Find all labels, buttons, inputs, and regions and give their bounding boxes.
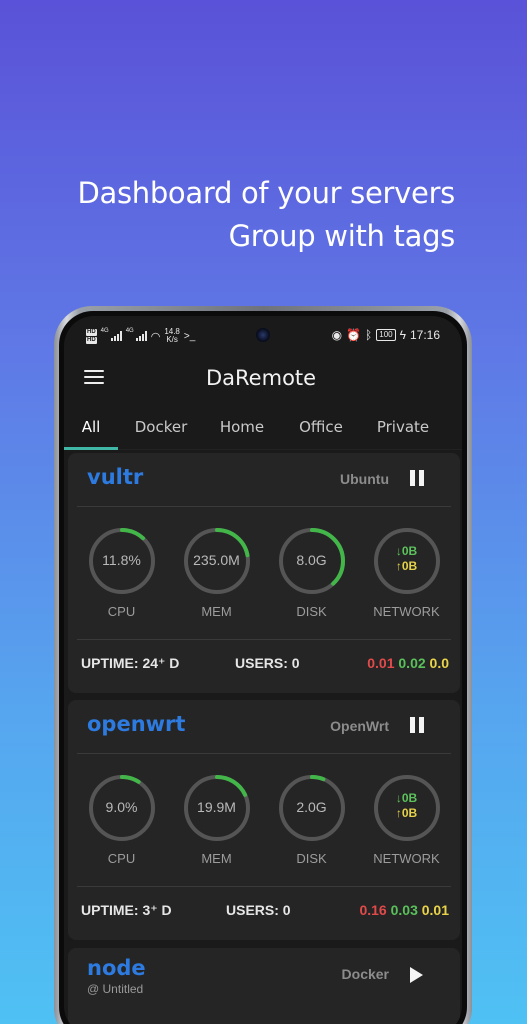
network-type-label-2: 4G [125, 328, 134, 334]
network-label: NETWORK [373, 604, 440, 619]
card-header: openwrt OpenWrt [77, 700, 451, 754]
mem-gauge: 19.9M MEM [182, 774, 252, 886]
status-bar: HD HD 4G 4G ◠ 14.8 K/s >_ ◉ ⏰ ᛒ 100 ϟ 17… [64, 316, 462, 354]
mem-label: MEM [201, 604, 232, 619]
network-up: ↑0B [395, 806, 418, 820]
charging-icon: ϟ [399, 328, 406, 342]
net-speed-unit: K/s [166, 335, 178, 344]
app-screen: HD HD 4G 4G ◠ 14.8 K/s >_ ◉ ⏰ ᛒ 100 ϟ 17… [64, 316, 462, 1024]
tab-private[interactable]: Private [362, 404, 444, 449]
users: USERS: 0 [235, 655, 300, 671]
network-type-label: 4G [100, 328, 109, 334]
phone-frame: HD HD 4G 4G ◠ 14.8 K/s >_ ◉ ⏰ ᛒ 100 ϟ 17… [54, 306, 472, 1024]
pause-icon[interactable] [409, 717, 425, 735]
cpu-value: 9.0% [105, 799, 138, 815]
status-right: ◉ ⏰ ᛒ 100 ϟ 17:16 [332, 328, 440, 342]
uptime: UPTIME: 3⁺ D [81, 902, 172, 918]
uptime: UPTIME: 24⁺ D [81, 655, 180, 671]
tab-office[interactable]: Office [280, 404, 362, 449]
signal-icon [110, 331, 122, 341]
eye-icon: ◉ [331, 328, 343, 342]
disk-gauge: 8.0G DISK [277, 527, 347, 639]
network-gauge: ↓0B ↑0B NETWORK [372, 774, 442, 886]
tab-all[interactable]: All [64, 404, 118, 450]
hd-icon: HD HD [86, 328, 97, 344]
battery-icon: 100 [376, 329, 396, 341]
card-header: node @ Untitled Docker [77, 948, 451, 1002]
server-card-openwrt[interactable]: openwrt OpenWrt 9.0% CPU 19.9M MEM 2.0G … [68, 700, 460, 940]
headline-line-1: Dashboard of your servers [77, 176, 455, 210]
signal-icon-2 [135, 331, 147, 341]
cpu-gauge: 9.0% CPU [87, 774, 157, 886]
resource-gauges: 11.8% CPU 235.0M MEM 8.0G DISK ↓0B ↑0B N… [68, 507, 460, 639]
mem-value: 235.0M [193, 552, 240, 568]
server-card-node[interactable]: node @ Untitled Docker [68, 948, 460, 1024]
load-1: 0.16 [359, 902, 387, 918]
alarm-icon: ⏰ [346, 328, 362, 342]
disk-label: DISK [296, 851, 327, 866]
status-left: HD HD 4G 4G ◠ 14.8 K/s >_ [86, 328, 195, 344]
hamburger-menu-icon[interactable] [84, 370, 104, 384]
wifi-icon: ◠ [150, 330, 161, 343]
net-speed: 14.8 K/s [164, 328, 180, 344]
load-average: 0.16 0.03 0.01 [359, 902, 449, 918]
headline-line-2: Group with tags [228, 219, 456, 253]
tab-home[interactable]: Home [204, 404, 280, 449]
disk-label: DISK [296, 604, 327, 619]
play-icon[interactable] [410, 967, 423, 983]
load-15: 0.0 [429, 655, 449, 671]
load-1: 0.01 [367, 655, 395, 671]
tab-docker[interactable]: Docker [118, 404, 204, 449]
network-label: NETWORK [373, 851, 440, 866]
load-5: 0.02 [398, 655, 426, 671]
disk-value: 2.0G [296, 799, 327, 815]
network-values: ↓0B ↑0B [373, 544, 441, 574]
server-name[interactable]: vultr [87, 465, 143, 489]
cpu-value: 11.8% [102, 552, 141, 568]
server-tag: @ Untitled [87, 982, 144, 996]
load-5: 0.03 [390, 902, 418, 918]
resource-gauges: 9.0% CPU 19.9M MEM 2.0G DISK ↓0B ↑0B NET… [68, 754, 460, 886]
mem-value: 19.9M [197, 799, 236, 815]
mem-label: MEM [201, 851, 232, 866]
card-footer: UPTIME: 3⁺ D USERS: 0 0.16 0.03 0.01 [77, 886, 451, 932]
load-15: 0.01 [421, 902, 449, 918]
network-down: ↓0B [395, 544, 418, 558]
os-label: Docker [341, 966, 389, 982]
server-name[interactable]: openwrt [87, 712, 185, 736]
clock: 17:16 [409, 328, 440, 342]
app-bar: DaRemote [64, 354, 462, 404]
mem-gauge: 235.0M MEM [182, 527, 252, 639]
network-down: ↓0B [395, 791, 418, 805]
app-title: DaRemote [206, 366, 317, 390]
server-card-vultr[interactable]: vultr Ubuntu 11.8% CPU 235.0M MEM 8.0G D… [68, 453, 460, 693]
network-gauge: ↓0B ↑0B NETWORK [372, 527, 442, 639]
phone-bezel: HD HD 4G 4G ◠ 14.8 K/s >_ ◉ ⏰ ᛒ 100 ϟ 17… [59, 311, 467, 1024]
bluetooth-icon: ᛒ [365, 328, 373, 342]
network-values: ↓0B ↑0B [373, 791, 441, 821]
front-camera [256, 328, 270, 342]
card-footer: UPTIME: 24⁺ D USERS: 0 0.01 0.02 0.0 [77, 639, 451, 685]
promo-headline: Dashboard of your servers Group with tag… [77, 172, 455, 258]
users: USERS: 0 [226, 902, 291, 918]
os-label: OpenWrt [330, 718, 389, 734]
pause-icon[interactable] [409, 470, 425, 488]
os-label: Ubuntu [340, 471, 389, 487]
tag-tabs: All Docker Home Office Private [64, 404, 462, 450]
card-header: vultr Ubuntu [77, 453, 451, 507]
cpu-gauge: 11.8% CPU [87, 527, 157, 639]
network-up: ↑0B [395, 559, 418, 573]
server-name[interactable]: node [87, 956, 146, 980]
cpu-label: CPU [107, 604, 136, 619]
disk-value: 8.0G [296, 552, 327, 568]
terminal-icon: >_ [183, 330, 196, 342]
cpu-label: CPU [107, 851, 136, 866]
disk-gauge: 2.0G DISK [277, 774, 347, 886]
load-average: 0.01 0.02 0.0 [367, 655, 449, 671]
